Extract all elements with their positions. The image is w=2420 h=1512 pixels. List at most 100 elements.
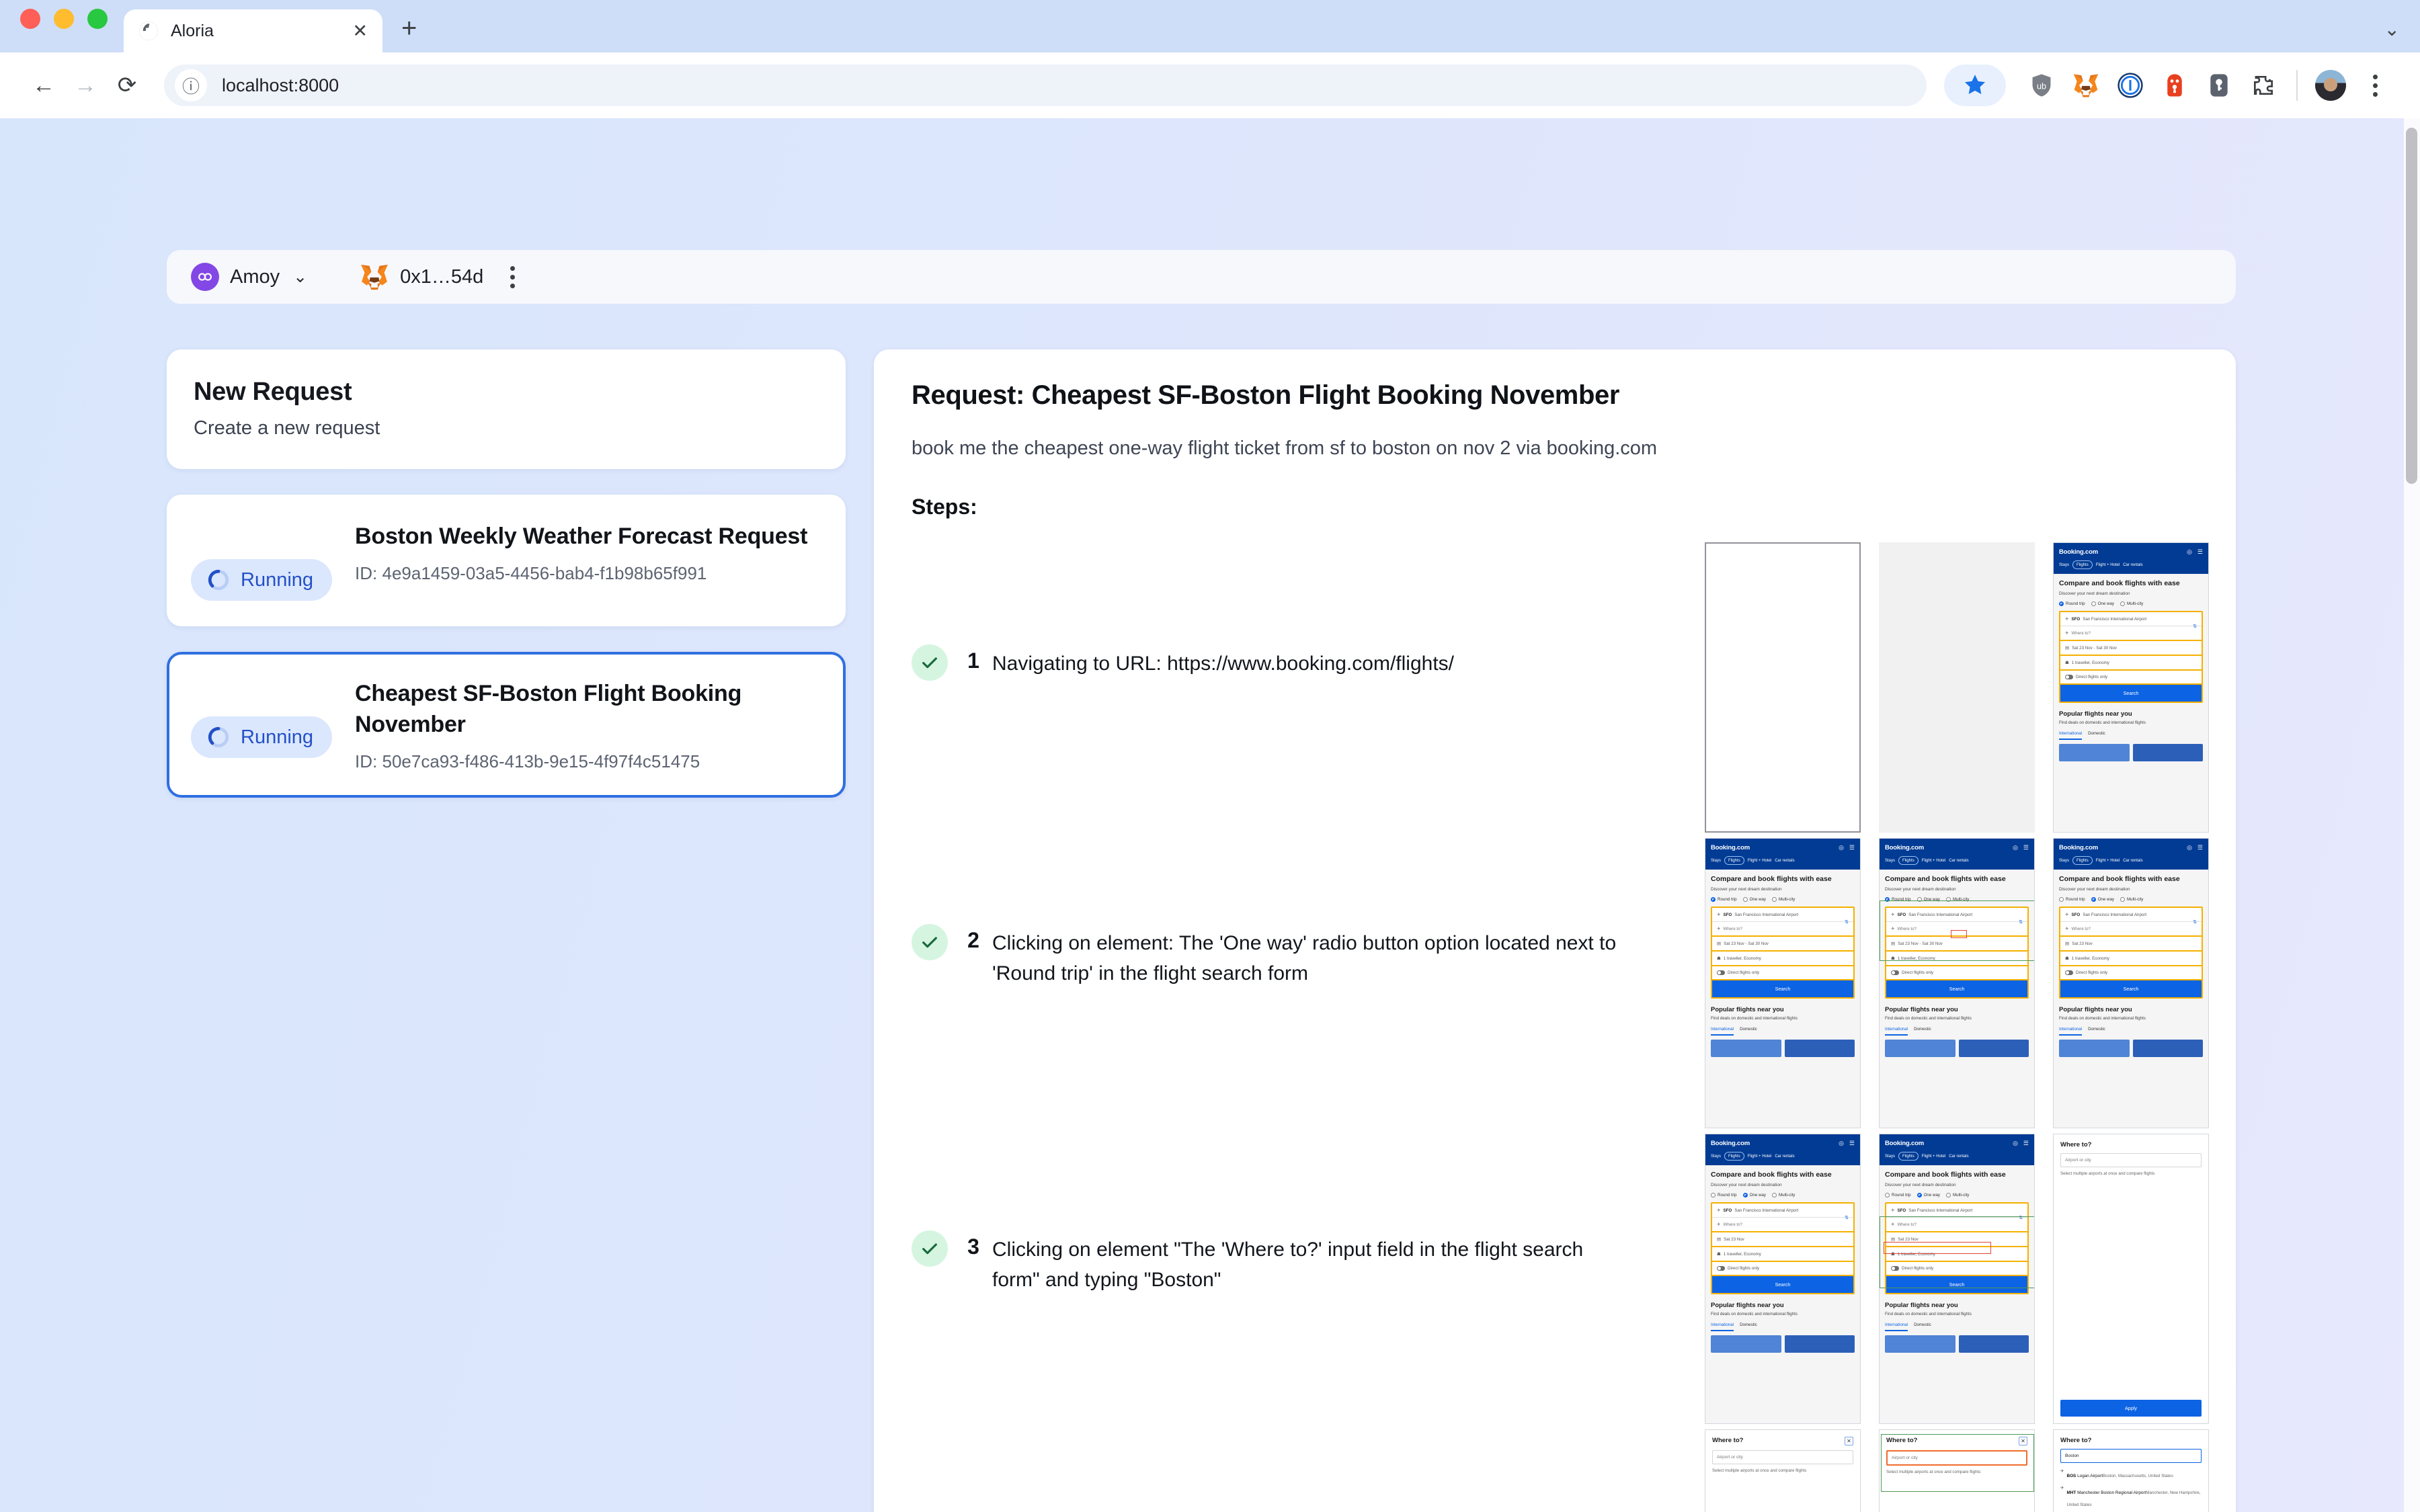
radio-one-way[interactable]: One way (1742, 897, 1766, 902)
new-request-card[interactable]: New Request Create a new request (167, 349, 846, 469)
radio-round-trip[interactable]: Round trip (2059, 897, 2085, 902)
airport-city-input[interactable]: Airport or city (1886, 1450, 2027, 1466)
radio-one-way[interactable]: One way (2091, 601, 2114, 607)
1password-icon[interactable] (2108, 65, 2152, 106)
step-screenshot[interactable]: Booking.com ◎ ☰ Stays Flights Flight + Hotel… (2053, 838, 2209, 1128)
close-window-button[interactable] (20, 9, 40, 29)
swap-icon[interactable]: ⇅ (2193, 624, 2197, 629)
step-screenshot-modal[interactable]: Where to? Airport or city Select multipl… (2053, 1134, 2209, 1424)
radio-multi-city[interactable]: Multi-city (1945, 897, 1969, 902)
list-item[interactable]: ✈ BOS Logan AirportBoston, Massachusetts… (2060, 1468, 2202, 1480)
radio-one-way[interactable]: One way (2091, 897, 2114, 902)
scrollbar-thumb[interactable] (2406, 128, 2417, 484)
reload-icon[interactable]: ⟳ (106, 65, 148, 106)
radio-multi-city[interactable]: Multi-city (2120, 897, 2143, 902)
radio-multi-city[interactable]: Multi-city (1945, 1193, 1969, 1198)
hamburger-menu-icon[interactable]: ☰ (2197, 844, 2203, 851)
whereto-modal: Where to? Boston ✈ BOS Logan AirportBost… (2054, 1430, 2208, 1512)
airport-city-input[interactable]: Boston (2060, 1449, 2202, 1463)
apply-button[interactable]: Apply (2060, 1400, 2202, 1417)
origin-field[interactable]: ✈ SFO San Francisco International Airport ⇅ (2060, 612, 2202, 629)
location-pin-icon[interactable]: ◎ (2013, 1140, 2018, 1147)
metamask-icon[interactable] (2064, 65, 2108, 106)
kebab-menu-icon[interactable] (2353, 65, 2397, 106)
popular-sub: Find deals on domestic and international… (2059, 720, 2146, 726)
close-icon[interactable]: ✕ (352, 22, 368, 40)
close-icon[interactable]: ✕ (1845, 1437, 1853, 1445)
step-screenshot[interactable]: Booking.com ◎ ☰ Stays Flights Flight + Hotel… (1705, 838, 1861, 1128)
arrow-left-icon[interactable]: ← (23, 65, 65, 106)
browser-tab[interactable]: Aloria ✕ (124, 9, 382, 52)
step-screenshot-blank[interactable] (1879, 542, 2035, 833)
radio-multi-city[interactable]: Multi-city (1771, 1193, 1795, 1198)
booking-search-button[interactable]: Search (2060, 685, 2202, 702)
location-pin-icon[interactable]: ◎ (1839, 1140, 1844, 1147)
address-bar[interactable]: ⓘ localhost:8000 (164, 65, 1927, 106)
hamburger-menu-icon[interactable]: ☰ (1849, 1140, 1855, 1147)
step-screenshot[interactable]: Booking.com ◎ ☰ Stays Flights Flight + Hotel… (1705, 1134, 1861, 1424)
step-screenshot-blank[interactable] (1705, 542, 1861, 833)
location-pin-icon[interactable]: ◎ (1839, 844, 1844, 851)
network-selector[interactable]: Amoy ⌄ (191, 263, 307, 291)
wallet-chip[interactable]: 0x1…54d (360, 263, 483, 290)
location-pin-icon[interactable]: ◎ (2187, 844, 2192, 851)
chevron-down-icon[interactable]: ⌄ (2384, 18, 2400, 40)
direct-flights-toggle[interactable]: Direct flights only (2060, 671, 2202, 685)
maximize-window-button[interactable] (87, 9, 108, 29)
booking-nav-car-rentals[interactable]: Car rentals (2123, 563, 2142, 567)
radio-one-way[interactable]: One way (1917, 1193, 1940, 1198)
step-number: 2 (967, 928, 979, 952)
step-screenshot[interactable]: Booking.com ◎ ☰ Stays Flights Flight + Ho… (2053, 542, 2209, 833)
radio-multi-city[interactable]: Multi-city (2120, 601, 2143, 607)
radio-round-trip[interactable]: Round trip (1711, 1193, 1737, 1198)
step-screenshot-modal-annotated[interactable]: Where to? ✕ Airport or city Select multi… (1879, 1429, 2035, 1512)
airport-city-input[interactable]: Airport or city (2060, 1153, 2202, 1167)
travellers-field[interactable]: ☗ 1 traveller, Economy (2060, 656, 2202, 671)
radio-one-way[interactable]: One way (1742, 1193, 1766, 1198)
metamask-fox-icon (361, 264, 389, 290)
step-screenshot-modal-results[interactable]: Where to? Boston ✈ BOS Logan AirportBost… (2053, 1429, 2209, 1512)
ublock-origin-icon[interactable]: ub (2019, 65, 2064, 106)
hamburger-menu-icon[interactable]: ☰ (1849, 844, 1855, 851)
radio-one-way[interactable]: One way (1917, 897, 1940, 902)
step-screenshot-annotated[interactable]: Booking.com ◎ ☰ Stays Flights Flight + Hotel… (1879, 838, 2035, 1128)
location-pin-icon[interactable]: ◎ (2187, 548, 2192, 556)
step-screenshot-annotated[interactable]: Booking.com ◎ ☰ Stays Flights Flight + Hotel… (1879, 1134, 2035, 1424)
deal-card[interactable] (2132, 744, 2203, 762)
radio-round-trip[interactable]: Round trip (1885, 897, 1911, 902)
tab-domestic[interactable]: Domestic (2088, 731, 2105, 740)
request-card-flight[interactable]: Running Cheapest SF-Boston Flight Bookin… (167, 652, 846, 798)
radio-round-trip[interactable]: Round trip (2059, 601, 2085, 607)
destination-field[interactable]: ✈ Where to? (2060, 626, 2202, 640)
hamburger-menu-icon[interactable]: ☰ (2023, 1140, 2029, 1147)
keeper-icon[interactable] (2197, 65, 2241, 106)
dates-field[interactable]: ▤ Sat 23 Nov - Sat 30 Nov (2060, 641, 2202, 657)
new-tab-button[interactable]: + (401, 15, 417, 42)
bookmark-star-button[interactable] (1944, 65, 2006, 106)
radio-multi-city[interactable]: Multi-city (1771, 897, 1795, 902)
request-card-weather[interactable]: Running Boston Weekly Weather Forecast R… (167, 495, 846, 626)
hamburger-menu-icon[interactable]: ☰ (2197, 548, 2203, 556)
deal-card[interactable] (2059, 744, 2130, 762)
avatar[interactable] (2308, 65, 2353, 106)
minimize-window-button[interactable] (54, 9, 74, 29)
tab-international[interactable]: International (2059, 731, 2083, 741)
location-pin-icon[interactable]: ◎ (2013, 844, 2018, 851)
page-scrollbar[interactable] (2404, 118, 2420, 1512)
arrow-right-icon[interactable]: → (65, 65, 106, 106)
radio-round-trip[interactable]: Round trip (1711, 897, 1737, 902)
step-screenshot-modal[interactable]: Where to? ✕ Airport or city Select multi… (1705, 1429, 1861, 1512)
booking-nav-flight-hotel[interactable]: Flight + Hotel (2096, 563, 2120, 567)
kebab-menu-icon[interactable] (510, 265, 516, 288)
airport-city-input[interactable]: Airport or city (1712, 1450, 1853, 1464)
hamburger-menu-icon[interactable]: ☰ (2023, 844, 2029, 851)
close-icon[interactable]: ✕ (2019, 1437, 2027, 1445)
browser-toolbar: ← → ⟳ ⓘ localhost:8000 ub (0, 52, 2420, 118)
extensions-puzzle-icon[interactable] (2241, 65, 2286, 106)
booking-nav-flights[interactable]: Flights (2072, 560, 2093, 569)
info-circle-icon[interactable]: ⓘ (175, 69, 207, 101)
list-item[interactable]: ✈ MHT Manchester Boston Regional Airport… (2060, 1485, 2202, 1509)
radio-round-trip[interactable]: Round trip (1885, 1193, 1911, 1198)
private-internet-access-icon[interactable] (2152, 65, 2197, 106)
booking-nav-stays[interactable]: Stays (2059, 563, 2069, 567)
